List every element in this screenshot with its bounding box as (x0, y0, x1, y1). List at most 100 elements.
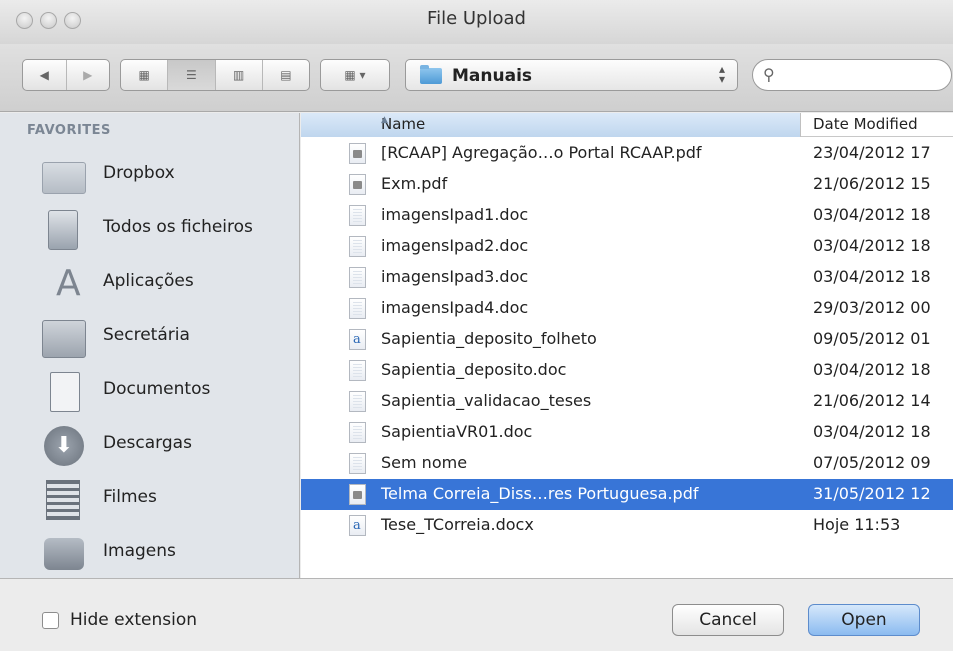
file-row[interactable]: [RCAAP] Agregação…o Portal RCAAP.pdf 23/0… (301, 138, 953, 169)
sidebar-item-label: Imagens (103, 541, 176, 561)
chevron-right-icon: ▶ (83, 68, 93, 82)
applications-icon: A (56, 263, 81, 304)
file-row[interactable]: imagensIpad3.doc 03/04/2012 18 (301, 262, 953, 293)
cancel-button[interactable]: Cancel (672, 604, 784, 636)
open-button[interactable]: Open (808, 604, 920, 636)
icon-view-button[interactable]: ▦ (121, 60, 169, 90)
list-icon: ☰ (185, 68, 197, 82)
file-date: 03/04/2012 18 (813, 236, 931, 255)
file-row[interactable]: Sapientia_validacao_teses 21/06/2012 14 (301, 386, 953, 417)
file-date: 09/05/2012 01 (813, 329, 931, 348)
sidebar-item-descargas[interactable]: ⬇ Descargas (0, 419, 299, 473)
file-name: imagensIpad4.doc (381, 298, 529, 317)
pdf-file-icon (349, 174, 366, 195)
folder-icon (42, 154, 86, 198)
chevron-left-icon: ◀ (39, 68, 49, 82)
file-row[interactable]: Telma Correia_Diss…res Portuguesa.pdf 31/… (301, 479, 953, 510)
name-column-header[interactable]: Name ▲ (301, 113, 801, 137)
pdf-file-icon (349, 484, 366, 505)
sidebar-item-label: Descargas (103, 433, 192, 453)
file-row[interactable]: Exm.pdf 21/06/2012 15 (301, 169, 953, 200)
file-date: 31/05/2012 12 (813, 484, 931, 503)
file-name: Telma Correia_Diss…res Portuguesa.pdf (381, 484, 699, 503)
sort-ascending-icon: ▲ (381, 115, 388, 125)
column-header: Name ▲ Date Modified (301, 113, 953, 137)
popup-arrows-icon: ▴ ▾ (718, 62, 725, 86)
documents-icon (42, 370, 86, 414)
file-name: imagensIpad2.doc (381, 236, 529, 255)
doc-file-icon (349, 236, 366, 257)
sidebar-item-secret-ria[interactable]: Secretária (0, 311, 299, 365)
sidebar-item-label: Dropbox (103, 163, 175, 183)
all-files-icon (42, 208, 86, 252)
file-row[interactable]: Sapientia_deposito_folheto 09/05/2012 01 (301, 324, 953, 355)
docx-file-icon (349, 329, 366, 350)
search-field[interactable]: ⚲ (752, 59, 952, 91)
camera-icon (42, 532, 86, 576)
file-name: Sapientia_validacao_teses (381, 391, 592, 410)
favorites-header: FAVORITES (27, 123, 111, 138)
back-button[interactable]: ◀ (23, 60, 67, 90)
sidebar-item-filmes[interactable]: Filmes (0, 473, 299, 527)
file-row[interactable]: Sem nome 07/05/2012 09 (301, 448, 953, 479)
sidebar-item-label: Aplicações (103, 271, 194, 291)
file-row[interactable]: Tese_TCorreia.docx Hoje 11:53 (301, 510, 953, 541)
file-date: 29/03/2012 00 (813, 298, 931, 317)
sidebar-item-imagens[interactable]: Imagens (0, 527, 299, 578)
hide-extension-label: Hide extension (70, 610, 198, 630)
date-modified-column-header[interactable]: Date Modified (813, 115, 918, 133)
sidebar-item-label: Secretária (103, 325, 190, 345)
sidebar-item-todos-os-ficheiros[interactable]: Todos os ficheiros (0, 203, 299, 257)
doc-file-icon (349, 422, 366, 443)
doc-file-icon (349, 453, 366, 474)
file-row[interactable]: imagensIpad1.doc 03/04/2012 18 (301, 200, 953, 231)
arrange-grid-icon: ▦ ▾ (344, 68, 366, 82)
location-label: Manuais (452, 66, 533, 86)
title-bar: File Upload (0, 0, 953, 44)
file-row[interactable]: Sapientia_deposito.doc 03/04/2012 18 (301, 355, 953, 386)
sidebar-item-label: Filmes (103, 487, 157, 507)
bottom-bar: Hide extension Cancel Open (0, 578, 953, 651)
file-name: [RCAAP] Agregação…o Portal RCAAP.pdf (381, 143, 702, 162)
sidebar: FAVORITES Dropbox Todos os ficheiros A Apli… (0, 113, 300, 578)
pdf-file-icon (349, 143, 366, 164)
file-name: imagensIpad3.doc (381, 267, 529, 286)
search-icon: ⚲ (763, 65, 775, 84)
file-date: Hoje 11:53 (813, 515, 901, 534)
file-date: 03/04/2012 18 (813, 205, 931, 224)
file-date: 03/04/2012 18 (813, 422, 931, 441)
file-name: Sem nome (381, 453, 468, 472)
file-row[interactable]: SapientiaVR01.doc 03/04/2012 18 (301, 417, 953, 448)
docx-file-icon (349, 515, 366, 536)
folder-icon (420, 65, 442, 84)
file-date: 21/06/2012 14 (813, 391, 931, 410)
file-name: Sapientia_deposito_folheto (381, 329, 597, 348)
sidebar-item-dropbox[interactable]: Dropbox (0, 149, 299, 203)
movies-icon (42, 478, 86, 522)
doc-file-icon (349, 360, 366, 381)
file-upload-dialog: File Upload ◀ ▶ ▦ ☰ ▥ ▤ ▦ ▾ Manuais ▴ ▾ ⚲… (0, 0, 953, 651)
sidebar-item-aplica-es[interactable]: A Aplicações (0, 257, 299, 311)
hide-extension-checkbox[interactable] (42, 612, 59, 629)
file-name: Sapientia_deposito.doc (381, 360, 567, 379)
coverflow-view-button[interactable]: ▤ (263, 60, 309, 90)
sidebar-item-documentos[interactable]: Documentos (0, 365, 299, 419)
file-name: Exm.pdf (381, 174, 448, 193)
doc-file-icon (349, 391, 366, 412)
list-view-button[interactable]: ☰ (168, 60, 216, 90)
doc-file-icon (349, 205, 366, 226)
column-view-button[interactable]: ▥ (216, 60, 263, 90)
sidebar-item-label: Documentos (103, 379, 211, 399)
file-date: 23/04/2012 17 (813, 143, 931, 162)
doc-file-icon (349, 267, 366, 288)
forward-button[interactable]: ▶ (67, 60, 110, 90)
desktop-icon (42, 316, 86, 360)
file-row[interactable]: imagensIpad2.doc 03/04/2012 18 (301, 231, 953, 262)
location-popup[interactable]: Manuais ▴ ▾ (405, 59, 738, 91)
sidebar-item-label: Todos os ficheiros (103, 217, 253, 237)
file-date: 03/04/2012 18 (813, 360, 931, 379)
file-row[interactable]: imagensIpad4.doc 29/03/2012 00 (301, 293, 953, 324)
arrange-button[interactable]: ▦ ▾ (320, 59, 390, 91)
file-date: 03/04/2012 18 (813, 267, 931, 286)
doc-file-icon (349, 298, 366, 319)
